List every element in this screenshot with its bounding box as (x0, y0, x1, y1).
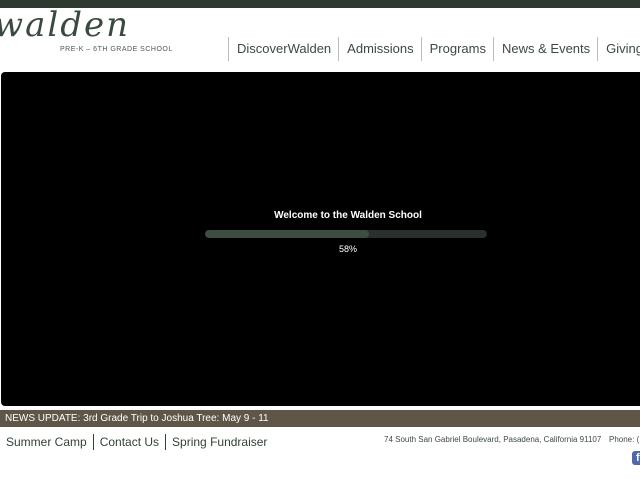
footer-link-contact-us[interactable]: Contact Us (92, 434, 165, 450)
main-nav: DiscoverWalden Admissions Programs News … (228, 36, 640, 62)
nav-item-news-events[interactable]: News & Events (493, 37, 597, 61)
nav-item-giving[interactable]: Giving (597, 37, 640, 61)
footer-links: Summer Camp Contact Us Spring Fundraiser (0, 433, 273, 451)
loading-progress-fill (205, 230, 369, 238)
logo-subtitle: PRE-K – 6TH GRADE SCHOOL (60, 46, 173, 53)
school-phone: Phone: ( (609, 435, 640, 444)
school-logo[interactable]: walden PRE-K – 6TH GRADE SCHOOL (0, 8, 172, 60)
facebook-icon[interactable]: f (632, 451, 640, 465)
nav-item-programs[interactable]: Programs (420, 37, 493, 61)
loading-progress-label: 58% (338, 244, 357, 254)
loading-progress-bar (205, 230, 487, 238)
news-prefix: NEWS UPDATE: (5, 413, 84, 424)
hero-title: Welcome to the Walden School (274, 210, 422, 221)
page: walden PRE-K – 6TH GRADE SCHOOL Discover… (0, 0, 640, 480)
news-ticker[interactable]: NEWS UPDATE: 3rd Grade Trip to Joshua Tr… (0, 410, 640, 427)
nav-item-discover-walden[interactable]: DiscoverWalden (228, 37, 338, 61)
school-address: 74 South San Gabriel Boulevard, Pasadena… (384, 435, 602, 444)
nav-item-admissions[interactable]: Admissions (338, 37, 420, 61)
logo-wordmark: walden (0, 5, 131, 45)
news-headline[interactable]: 3rd Grade Trip to Joshua Tree: May 9 - 1… (83, 413, 268, 424)
footer-link-summer-camp[interactable]: Summer Camp (0, 434, 93, 450)
footer-link-spring-fundraiser[interactable]: Spring Fundraiser (165, 434, 273, 450)
hero-video-loader: Welcome to the Walden School 58% (1, 72, 640, 406)
